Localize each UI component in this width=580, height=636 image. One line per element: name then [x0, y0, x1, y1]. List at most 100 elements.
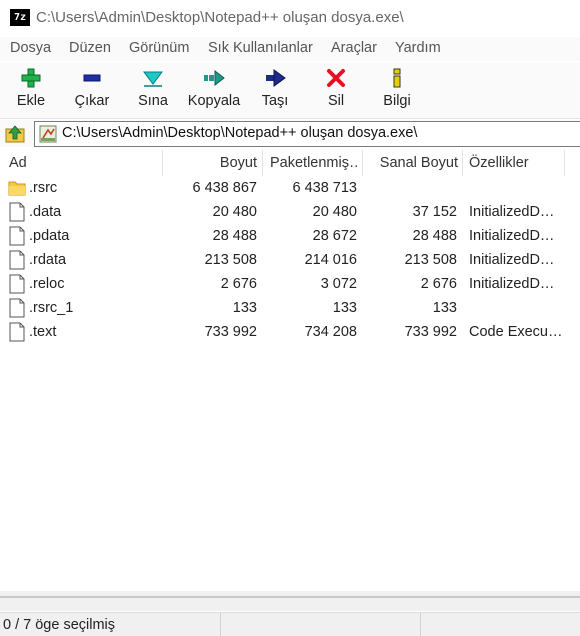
item-packed-size: 6 438 713 — [292, 180, 357, 196]
item-attributes — [469, 176, 561, 200]
item-size: 6 438 867 — [192, 180, 257, 196]
up-folder-icon[interactable] — [4, 123, 26, 145]
test-icon — [143, 71, 163, 87]
list-item[interactable]: .data 20 480 20 480 37 152 InitializedD… — [0, 200, 580, 224]
status-bar: 0 / 7 öge seçilmiş — [0, 612, 580, 636]
add-button[interactable]: Ekle — [6, 62, 56, 118]
column-packed[interactable]: Paketlenmiş… — [270, 148, 360, 178]
test-label: Sına — [138, 93, 168, 109]
info-label: Bilgi — [383, 93, 411, 109]
window-title: C:\Users\Admin\Desktop\Notepad++ oluşan … — [36, 9, 404, 26]
column-separator[interactable] — [462, 150, 463, 176]
move-icon — [266, 69, 286, 87]
item-name: .rdata — [29, 252, 67, 268]
menu-favorites[interactable]: Sık Kullanılanlar — [208, 40, 313, 56]
move-label: Taşı — [261, 93, 289, 109]
list-header: Ad Boyut Paketlenmiş… Sanal Boyut Özelli… — [0, 148, 580, 178]
item-packed-size: 214 016 — [304, 252, 357, 268]
column-name[interactable]: Ad — [9, 148, 159, 178]
app-7zip-icon: 7z — [10, 9, 30, 26]
extract-label: Çıkar — [74, 93, 110, 109]
delete-icon — [327, 69, 345, 87]
column-separator[interactable] — [262, 150, 263, 176]
address-input[interactable]: C:\Users\Admin\Desktop\Notepad++ oluşan … — [34, 121, 580, 147]
item-size: 733 992 — [204, 324, 257, 340]
file-icon — [9, 322, 25, 342]
column-virtual-size[interactable]: Sanal Boyut — [366, 148, 458, 178]
add-label: Ekle — [16, 93, 46, 109]
item-name: .data — [29, 204, 62, 220]
horizontal-scrollbar[interactable] — [0, 591, 580, 611]
menu-bar: Dosya Düzen Görünüm Sık Kullanılanlar Ar… — [0, 37, 580, 61]
delete-label: Sil — [327, 93, 345, 109]
item-virtual-size: 28 488 — [412, 228, 457, 244]
menu-view[interactable]: Görünüm — [129, 40, 189, 56]
list-item[interactable]: .reloc 2 676 3 072 2 676 InitializedD… — [0, 272, 580, 296]
item-attributes: Code Execu… — [469, 324, 561, 340]
status-divider — [420, 613, 421, 636]
item-virtual-size: 733 992 — [404, 324, 457, 340]
item-virtual-size — [362, 176, 457, 200]
item-name: .reloc — [29, 276, 65, 292]
item-virtual-size: 133 — [432, 300, 457, 316]
add-icon — [21, 68, 41, 88]
item-name: .text — [29, 324, 57, 340]
menu-edit[interactable]: Düzen — [69, 40, 111, 56]
list-item[interactable]: .pdata 28 488 28 672 28 488 InitializedD… — [0, 224, 580, 248]
file-icon — [9, 298, 25, 318]
menu-help[interactable]: Yardım — [395, 40, 441, 56]
column-separator[interactable] — [162, 150, 163, 176]
info-icon — [393, 68, 401, 88]
item-name: .pdata — [29, 228, 70, 244]
list-item[interactable]: .rdata 213 508 214 016 213 508 Initializ… — [0, 248, 580, 272]
toolbar: Ekle Çıkar Sına Kopyala Taşı Sil Bilgi — [0, 62, 580, 119]
item-attributes: InitializedD… — [469, 228, 555, 244]
column-size[interactable]: Boyut — [165, 148, 257, 178]
item-packed-size: 3 072 — [320, 276, 357, 292]
item-name: .rsrc — [29, 180, 58, 196]
item-size: 20 480 — [212, 204, 257, 220]
item-size: 213 508 — [204, 252, 257, 268]
title-bar: 7z C:\Users\Admin\Desktop\Notepad++ oluş… — [0, 0, 580, 36]
extract-button[interactable]: Çıkar — [67, 62, 117, 118]
file-icon — [9, 226, 25, 246]
status-divider — [220, 613, 221, 636]
menu-file[interactable]: Dosya — [10, 40, 51, 56]
file-list: Ad Boyut Paketlenmiş… Sanal Boyut Özelli… — [0, 148, 580, 591]
copy-icon — [204, 69, 225, 87]
list-item[interactable]: .rsrc_1 133 133 133 — [0, 296, 580, 320]
folder-icon — [8, 181, 26, 196]
list-item[interactable]: .text 733 992 734 208 733 992 Code Execu… — [0, 320, 580, 344]
column-separator[interactable] — [564, 150, 565, 176]
item-packed-size: 734 208 — [304, 324, 357, 340]
file-icon — [9, 250, 25, 270]
copy-button[interactable]: Kopyala — [186, 62, 242, 118]
delete-button[interactable]: Sil — [311, 62, 361, 118]
selection-status: 0 / 7 öge seçilmiş — [3, 617, 116, 633]
item-name: .rsrc_1 — [29, 300, 74, 316]
info-button[interactable]: Bilgi — [372, 62, 422, 118]
exe-file-icon — [39, 125, 57, 143]
list-item[interactable]: .rsrc 6 438 867 6 438 713 — [0, 176, 580, 200]
column-separator[interactable] — [362, 150, 363, 176]
copy-label: Kopyala — [187, 93, 241, 109]
column-attributes[interactable]: Özellikler — [469, 148, 564, 178]
item-packed-size: 28 672 — [312, 228, 357, 244]
test-button[interactable]: Sına — [128, 62, 178, 118]
address-path: C:\Users\Admin\Desktop\Notepad++ oluşan … — [62, 125, 418, 141]
item-size: 133 — [232, 300, 257, 316]
item-virtual-size: 37 152 — [412, 204, 457, 220]
item-packed-size: 20 480 — [312, 204, 357, 220]
item-attributes: InitializedD… — [469, 204, 555, 220]
item-virtual-size: 213 508 — [404, 252, 457, 268]
move-button[interactable]: Taşı — [250, 62, 300, 118]
address-bar: C:\Users\Admin\Desktop\Notepad++ oluşan … — [0, 120, 580, 147]
item-attributes: InitializedD… — [469, 276, 555, 292]
item-packed-size: 133 — [332, 300, 357, 316]
item-size: 2 676 — [220, 276, 257, 292]
file-icon — [9, 274, 25, 294]
scrollbar-thumb[interactable] — [0, 596, 580, 598]
item-virtual-size: 2 676 — [420, 276, 457, 292]
menu-tools[interactable]: Araçlar — [331, 40, 377, 56]
item-size: 28 488 — [212, 228, 257, 244]
